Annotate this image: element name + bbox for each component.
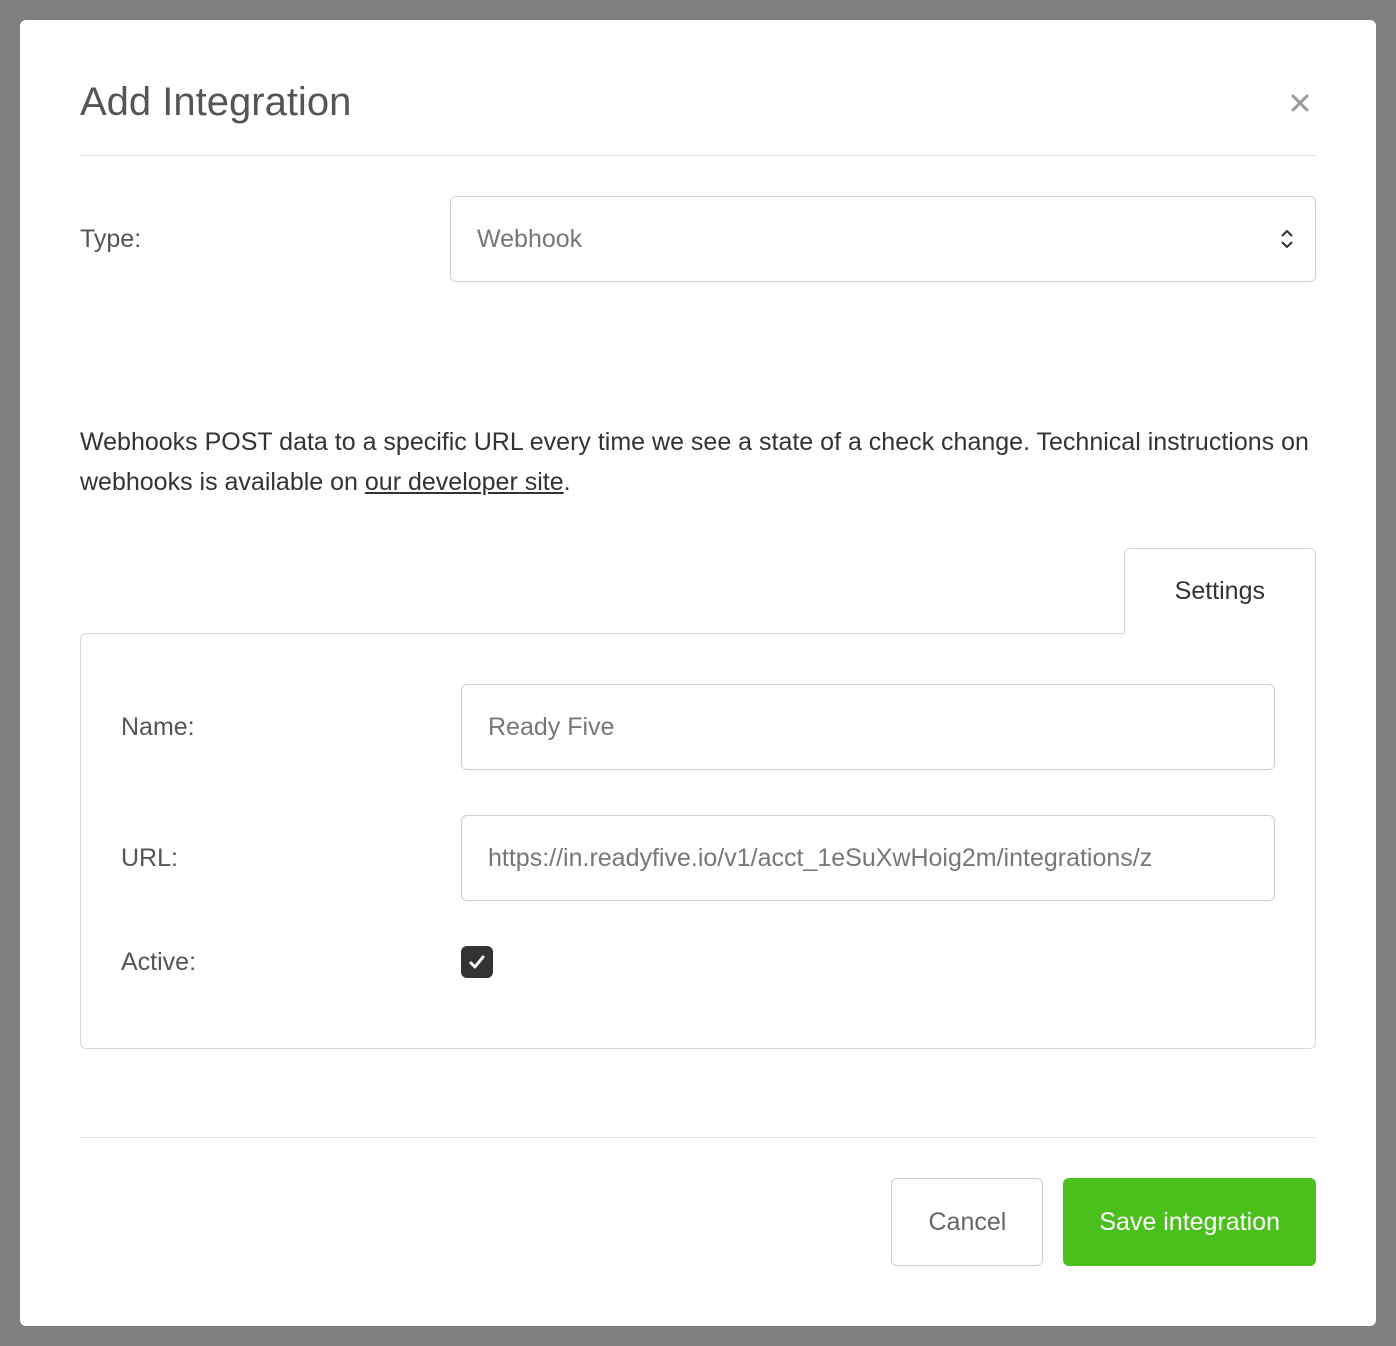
- description-part-2: .: [564, 468, 571, 496]
- active-row: Active:: [121, 946, 1275, 978]
- tabs-container: Settings Name: URL: Active:: [80, 547, 1316, 1049]
- active-checkbox-wrapper: [461, 946, 493, 978]
- modal-header: Add Integration: [80, 80, 1316, 156]
- modal-footer: Cancel Save integration: [80, 1137, 1316, 1266]
- type-label: Type:: [80, 225, 450, 254]
- tabs-bar: Settings: [80, 547, 1316, 633]
- url-input[interactable]: [461, 815, 1275, 901]
- cancel-button[interactable]: Cancel: [891, 1178, 1043, 1266]
- type-row: Type: Webhook: [80, 196, 1316, 282]
- name-label: Name:: [121, 713, 461, 742]
- settings-panel: Name: URL: Active:: [80, 633, 1316, 1049]
- developer-site-link[interactable]: our developer site: [365, 468, 564, 496]
- save-integration-button[interactable]: Save integration: [1063, 1178, 1316, 1266]
- type-select[interactable]: Webhook: [450, 196, 1316, 282]
- tab-settings[interactable]: Settings: [1124, 548, 1316, 634]
- name-row: Name:: [121, 684, 1275, 770]
- add-integration-modal: Add Integration Type: Webhook Webhooks P…: [20, 20, 1376, 1326]
- close-button[interactable]: [1284, 87, 1316, 119]
- url-row: URL:: [121, 815, 1275, 901]
- active-label: Active:: [121, 948, 461, 977]
- description-text: Webhooks POST data to a specific URL eve…: [80, 422, 1316, 502]
- type-select-wrapper: Webhook: [450, 196, 1316, 282]
- modal-title: Add Integration: [80, 80, 351, 125]
- url-label: URL:: [121, 844, 461, 873]
- active-checkbox[interactable]: [461, 946, 493, 978]
- close-icon: [1288, 91, 1312, 115]
- description-part-1: Webhooks POST data to a specific URL eve…: [80, 428, 1309, 496]
- check-icon: [467, 952, 487, 972]
- name-input[interactable]: [461, 684, 1275, 770]
